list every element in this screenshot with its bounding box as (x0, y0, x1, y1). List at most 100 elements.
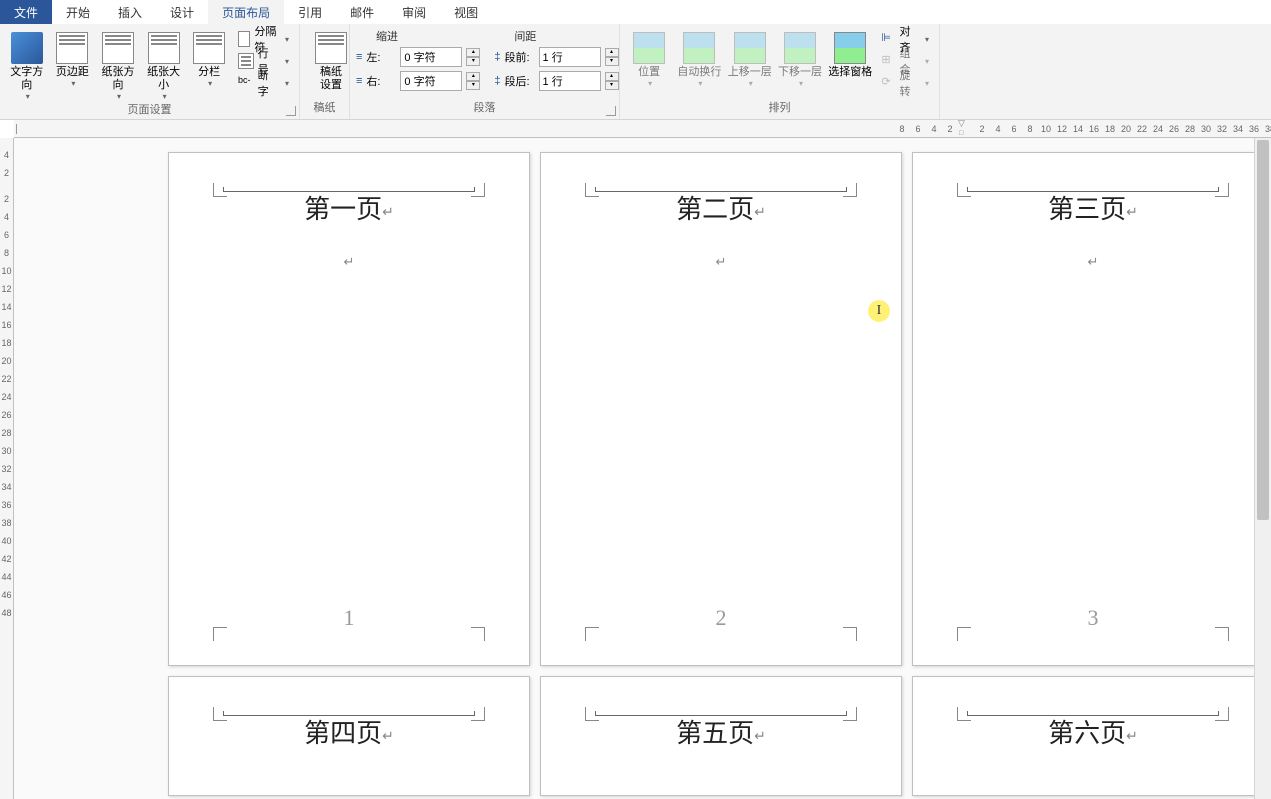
indent-right-up[interactable]: ▴ (466, 72, 480, 81)
ribbon-tabs: 文件 开始 插入 设计 页面布局 引用 邮件 审阅 视图 (0, 0, 1271, 24)
size-button[interactable]: 纸张大小 (143, 28, 185, 101)
scrollbar-thumb[interactable] (1257, 140, 1269, 520)
tab-home[interactable]: 开始 (52, 0, 104, 24)
spacing-after-up[interactable]: ▴ (605, 72, 619, 81)
page-heading: 第六页↵ (957, 713, 1229, 750)
crop-mark (585, 707, 599, 721)
page-heading: 第一页↵ (213, 189, 485, 226)
hyphenation-icon: bc- (238, 75, 254, 91)
header-rule (967, 715, 1219, 716)
vertical-ruler[interactable]: 4224681012141618202224262830323436384042… (0, 138, 14, 799)
selection-pane-icon (834, 32, 866, 64)
spacing-after-down[interactable]: ▾ (605, 81, 619, 90)
indent-header: 缩进 (356, 28, 480, 44)
page-5[interactable]: 第五页↵ (540, 676, 902, 796)
tab-mailings[interactable]: 邮件 (336, 0, 388, 24)
text-cursor-highlight: I (868, 300, 890, 322)
crop-mark (843, 707, 857, 721)
page-6[interactable]: 第六页↵ (912, 676, 1271, 796)
page-3[interactable]: 第三页↵ ↵ 3 (912, 152, 1271, 666)
crop-mark (1215, 707, 1229, 721)
tab-file[interactable]: 文件 (0, 0, 52, 24)
spacing-before-down[interactable]: ▾ (605, 57, 619, 66)
header-rule (595, 715, 847, 716)
margins-icon (56, 32, 88, 64)
group-title-paragraph: 段落 (356, 99, 613, 117)
page-4[interactable]: 第四页↵ (168, 676, 530, 796)
spacing-after-input[interactable] (539, 71, 601, 91)
orientation-icon (102, 32, 134, 64)
spacing-before-label: 段前: (505, 49, 535, 65)
text-direction-button[interactable]: 文字方向 (6, 28, 48, 101)
crop-mark (957, 707, 971, 721)
hyphenation-button[interactable]: bc-断字 (234, 72, 293, 94)
indent-right-label: 右: (366, 73, 396, 89)
group-title-manuscript: 稿纸 (306, 99, 343, 117)
spacing-header: 间距 (494, 28, 618, 44)
paragraph-mark: ↵ (213, 254, 485, 270)
page-heading: 第三页↵ (957, 189, 1229, 226)
page-number: 3 (913, 605, 1271, 631)
page-2[interactable]: 第二页↵↵2 (540, 152, 902, 666)
ribbon: 文字方向 页边距 纸张方向 纸张大小 分栏 分隔符 行号 bc-断字 页面设置 … (0, 24, 1271, 120)
page-number: 1 (169, 605, 529, 631)
rotate-icon: ⟳ (881, 75, 895, 91)
indent-left-up[interactable]: ▴ (466, 48, 480, 57)
crop-mark (471, 183, 485, 197)
bring-forward-icon (734, 32, 766, 64)
indent-left-input[interactable] (400, 47, 462, 67)
size-icon (148, 32, 180, 64)
indent-left-label: 左: (366, 49, 396, 65)
page-setup-dialog-launcher[interactable] (286, 106, 296, 116)
group-icon: ⊞ (881, 53, 895, 69)
orientation-button[interactable]: 纸张方向 (97, 28, 139, 101)
indent-right-input[interactable] (400, 71, 462, 91)
tab-design[interactable]: 设计 (156, 0, 208, 24)
header-rule (223, 191, 475, 192)
horizontal-ruler[interactable]: 8642246810121416182022242628303234363842… (14, 120, 1271, 138)
spacing-before-up[interactable]: ▴ (605, 48, 619, 57)
crop-mark (213, 183, 227, 197)
indent-right-down[interactable]: ▾ (466, 81, 480, 90)
paragraph-mark: ↵ (585, 254, 857, 270)
selection-pane-button[interactable]: 选择窗格 (827, 28, 873, 94)
tab-insert[interactable]: 插入 (104, 0, 156, 24)
header-rule (223, 715, 475, 716)
crop-mark (957, 183, 971, 197)
crop-mark (213, 707, 227, 721)
paragraph-dialog-launcher[interactable] (606, 106, 616, 116)
tab-view[interactable]: 视图 (440, 0, 492, 24)
page-1[interactable]: 第一页↵ ↵ 1 (168, 152, 530, 666)
group-page-setup: 文字方向 页边距 纸张方向 纸张大小 分栏 分隔符 行号 bc-断字 页面设置 (0, 24, 300, 119)
manuscript-settings-button[interactable]: 稿纸 设置 (306, 28, 356, 92)
spacing-after-label: 段后: (505, 73, 535, 89)
text-direction-icon (11, 32, 43, 64)
align-icon: ⊫ (881, 31, 895, 47)
position-icon (633, 32, 665, 64)
wrap-text-button[interactable]: 自动换行 (676, 28, 722, 94)
bring-forward-button[interactable]: 上移一层 (727, 28, 773, 94)
page-heading: 第四页↵ (213, 713, 485, 750)
manuscript-icon (315, 32, 347, 64)
tab-page-layout[interactable]: 页面布局 (208, 0, 284, 24)
group-arrange: 位置 自动换行 上移一层 下移一层 选择窗格 ⊫对齐 ⊞组合 ⟳旋转 排列 (620, 24, 940, 119)
position-button[interactable]: 位置 (626, 28, 672, 94)
paragraph-mark: ↵ (957, 254, 1229, 270)
document-canvas[interactable]: 第一页↵↵1第二页↵↵2第三页↵↵3第四页↵第五页↵第六页↵ I (14, 138, 1271, 799)
tab-review[interactable]: 审阅 (388, 0, 440, 24)
tab-references[interactable]: 引用 (284, 0, 336, 24)
columns-button[interactable]: 分栏 (188, 28, 230, 101)
ruler-indent-marker[interactable] (958, 120, 968, 138)
vertical-scrollbar[interactable] (1254, 138, 1271, 799)
margins-button[interactable]: 页边距 (52, 28, 94, 101)
spacing-before-input[interactable] (539, 47, 601, 67)
indent-left-down[interactable]: ▾ (466, 57, 480, 66)
crop-mark (1215, 183, 1229, 197)
pages-grid: 第一页↵↵1第二页↵↵2第三页↵↵3第四页↵第五页↵第六页↵ (14, 138, 1271, 796)
ruler-corner-icon (16, 124, 17, 134)
header-rule (967, 191, 1219, 192)
group-title-page-setup: 页面设置 (6, 101, 293, 119)
rotate-button[interactable]: ⟳旋转 (877, 72, 933, 94)
send-backward-button[interactable]: 下移一层 (777, 28, 823, 94)
page-heading: 第二页↵ (585, 189, 857, 226)
